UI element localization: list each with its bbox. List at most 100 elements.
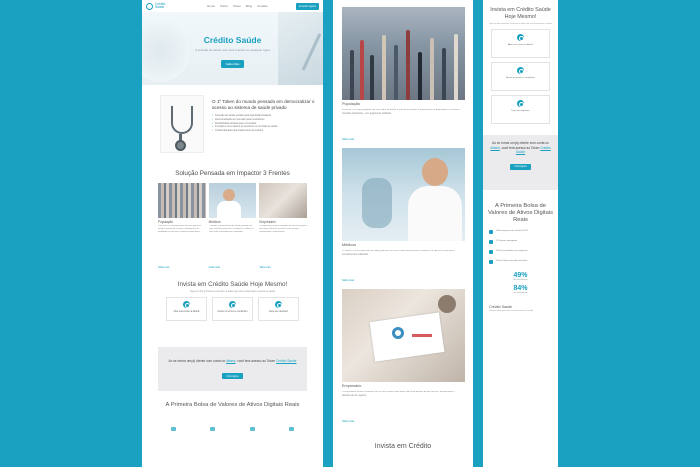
item-more-link[interactable]: Saiba mais (342, 420, 473, 423)
nav-link-token[interactable]: Token (233, 4, 241, 8)
cta-box: Ao se tornar um(a) cliente com conta no … (158, 347, 307, 392)
step-card: Abra sua conta na dibank (166, 297, 207, 322)
invest-subtitle: Seja um dos primeiros a investir no toke… (489, 22, 552, 25)
nav-link-sobre[interactable]: Sobre (220, 4, 228, 8)
token-link[interactable]: Crédito Saúde (276, 359, 296, 363)
item-more-link[interactable]: Saiba mais (342, 279, 473, 282)
landing-page-mobile: Invista em Crédito Saúde Hoje Mesmo! Sej… (483, 0, 558, 467)
cta-box: Ao se tornar um(a) cliente com conta no … (483, 135, 558, 191)
coin-icon (489, 260, 493, 265)
logo-icon (146, 2, 153, 10)
hero-section: Crédito Saúde A solução de saúde que voc… (142, 12, 323, 85)
item-label: População (342, 102, 360, 106)
hero-button[interactable]: Saiba Mais (220, 60, 245, 68)
card-label: População (158, 220, 174, 224)
big-stat-label: de rentabilidade (513, 292, 528, 295)
hero-title: Crédito Saúde (203, 35, 262, 45)
stats-icons (142, 408, 323, 432)
bolsa-title: A Primeira Bolsa de Valores de Ativos Di… (488, 203, 553, 224)
invest-title: Invista em Crédito Saúde Hoje Mesmo! (177, 281, 288, 288)
card-label: Empresário (259, 220, 276, 224)
impact-cards: População Cerca de 75% da população não … (142, 177, 323, 281)
building-icon (489, 230, 493, 235)
step-label: Aceite os termos e condições (217, 311, 248, 314)
stat-item: 1000 empresas até o final de 2027 (489, 230, 552, 235)
card-more-link[interactable]: Saiba mais (158, 267, 206, 269)
account-icon (517, 34, 524, 42)
token-heading: O 1º Token do mundo pensado em democrati… (212, 99, 315, 110)
token-section: O 1º Token do mundo pensado em democrati… (142, 85, 323, 167)
item-text: Cerca de 75% da população não tem plano … (342, 109, 460, 115)
item-text: O empresário recebe a liquidez de um nov… (342, 391, 455, 397)
item-more-link[interactable]: Saiba mais (342, 138, 473, 141)
card-label: Médicos (208, 220, 221, 224)
stat-text: 200 mil tokens lançados em bolsa (496, 260, 528, 263)
create-account-button[interactable]: Criar Agora (222, 373, 243, 380)
token-bullets: Conexão de saúde privada para população … (212, 114, 315, 132)
nav-links: Home Sobre Token Blog Contato (207, 4, 268, 8)
dibank-link[interactable]: dibank (490, 146, 499, 150)
top-nav: Crédito Saúde Home Sobre Token Blog Cont… (142, 0, 323, 12)
invest-section: Invista em Crédito Saúde Hoje Mesmo! Sej… (142, 281, 323, 322)
doctor-image (208, 183, 257, 218)
crowd-image (342, 7, 465, 100)
step-card: Faça seu depósito (491, 95, 550, 125)
item-label: Médicos (342, 243, 357, 247)
logo-text: Crédito Saúde (155, 1, 166, 9)
stat-icon (288, 427, 294, 432)
business-image (259, 183, 308, 218)
footer-title: Crédito Saúde (489, 305, 512, 310)
big-stat-label: dos investidores (513, 279, 528, 282)
stat-text: 1000 empresas até o final de 2027 (496, 230, 529, 233)
step-card: Abra sua conta na dibank (491, 29, 550, 59)
nav-link-contato[interactable]: Contato (257, 4, 268, 8)
bolsa-title: A Primeira Bolsa de Valores de Ativos Di… (165, 402, 300, 409)
step-card: Aceite os termos e condições (212, 297, 253, 322)
list-item: Crédito liberado para tratamentos via si… (212, 129, 315, 133)
card-more-link[interactable]: Saiba mais (259, 267, 307, 269)
terms-icon (517, 67, 524, 75)
footer-title: Invista em Crédito (374, 443, 432, 450)
deposit-icon (517, 100, 524, 108)
stat-item: 200 mil investidores em empresas (489, 250, 552, 255)
nav-cta-button[interactable]: Investir Agora (295, 2, 319, 10)
stethoscope-image (160, 95, 204, 153)
cta-text: Ao se tornar um(a) cliente com conta no … (168, 359, 297, 364)
card-medicos: Médicos O médico e profissionais de saúd… (208, 183, 257, 281)
section-title: Solução Pensada em Impactor 3 Frentes (175, 170, 290, 177)
crowd-image (158, 183, 206, 218)
item-text: O médico e os profissionais de saúde gan… (342, 250, 455, 256)
step-card: Faça seu depósito (258, 297, 299, 322)
landing-page-full: Crédito Saúde Home Sobre Token Blog Cont… (142, 0, 323, 467)
hero-subtitle: A solução de saúde que você precisa em q… (195, 48, 270, 52)
stat-text: 200 mil investidores em empresas (496, 250, 528, 253)
cta-text: Ao se tornar um(a) cliente com conta no … (490, 141, 551, 154)
stat-icon (171, 427, 177, 432)
account-icon (183, 301, 190, 309)
card-populacao: População Cerca de 75% da população não … (158, 183, 206, 281)
chart-icon (489, 250, 493, 255)
stat-icon (210, 427, 216, 432)
nav-link-blog[interactable]: Blog (246, 4, 252, 8)
card-empresario: Empresário O empresário recebe a liquide… (259, 183, 308, 281)
doctor-image (342, 148, 465, 241)
card-text: O empresário recebe a liquidez de um nov… (259, 225, 307, 234)
globe-icon (489, 240, 493, 245)
step-label: Abra sua conta na dibank (508, 44, 533, 47)
step-label: Faça seu depósito (511, 110, 530, 113)
nav-link-home[interactable]: Home (207, 4, 215, 8)
landing-page-detail: População Cerca de 75% da população não … (333, 0, 473, 467)
card-more-link[interactable]: Saiba mais (209, 267, 257, 269)
invest-title: Invista em Crédito Saúde Hoje Mesmo! (490, 7, 551, 20)
step-card: Aceite os termos e condições (491, 62, 550, 92)
step-label: Abra sua conta na dibank (173, 311, 200, 314)
dibank-link[interactable]: dibank (226, 359, 235, 363)
create-account-button[interactable]: Criar Agora (510, 163, 531, 170)
step-label: Aceite os termos e condições (506, 77, 535, 80)
card-text: Cerca de 75% da população não tem plano … (158, 225, 201, 234)
terms-icon (229, 301, 236, 309)
item-label: Empresário (342, 384, 362, 388)
deposit-icon (275, 301, 282, 309)
logo[interactable]: Crédito Saúde (146, 1, 171, 10)
stat-item: 200 mil tokens lançados em bolsa (489, 260, 552, 265)
